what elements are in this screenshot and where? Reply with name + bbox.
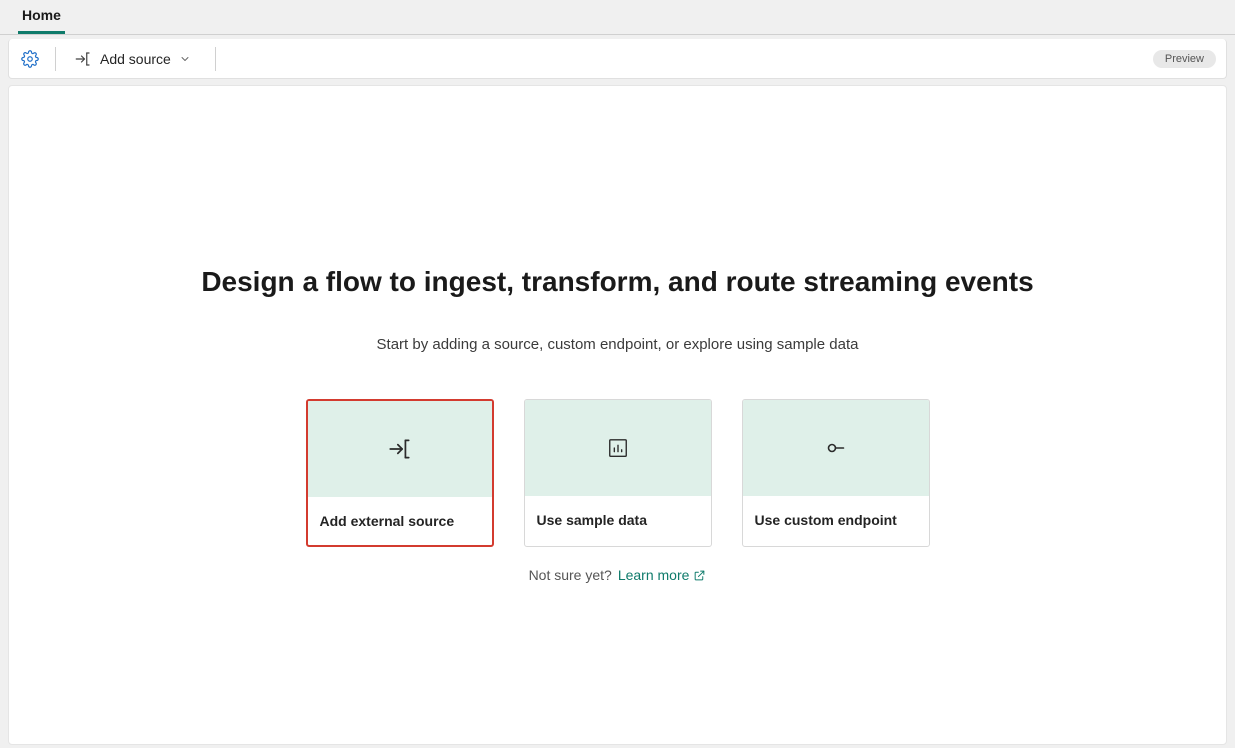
page-subline: Start by adding a source, custom endpoin… bbox=[377, 336, 859, 353]
learn-more-link[interactable]: Learn more bbox=[618, 567, 707, 583]
card-use-custom-endpoint[interactable]: Use custom endpoint bbox=[742, 399, 930, 547]
card-icon-area bbox=[308, 401, 492, 497]
card-icon-area bbox=[525, 400, 711, 496]
main-canvas: Design a flow to ingest, transform, and … bbox=[8, 85, 1227, 745]
tab-bar: Home bbox=[0, 0, 1235, 35]
card-label: Use custom endpoint bbox=[743, 496, 929, 544]
chevron-down-icon bbox=[179, 53, 191, 65]
settings-gear-icon[interactable] bbox=[19, 48, 41, 70]
option-cards: Add external source Use sample data bbox=[306, 399, 930, 547]
card-label: Use sample data bbox=[525, 496, 711, 544]
add-source-button[interactable]: Add source bbox=[68, 46, 197, 72]
toolbar-divider bbox=[215, 47, 216, 71]
arrow-into-box-icon bbox=[74, 50, 92, 68]
card-icon-area bbox=[743, 400, 929, 496]
preview-badge: Preview bbox=[1153, 50, 1216, 68]
external-link-icon bbox=[693, 569, 706, 582]
card-use-sample-data[interactable]: Use sample data bbox=[524, 399, 712, 547]
tab-home[interactable]: Home bbox=[18, 0, 65, 34]
card-label: Add external source bbox=[308, 497, 492, 545]
page-headline: Design a flow to ingest, transform, and … bbox=[201, 266, 1033, 298]
add-source-label: Add source bbox=[100, 51, 171, 67]
arrow-into-box-icon bbox=[387, 436, 413, 462]
key-endpoint-icon bbox=[824, 436, 848, 460]
bar-chart-icon bbox=[607, 437, 629, 459]
toolbar-divider bbox=[55, 47, 56, 71]
learn-more-label: Learn more bbox=[618, 567, 690, 583]
footer-hint: Not sure yet? Learn more bbox=[529, 567, 707, 583]
not-sure-text: Not sure yet? bbox=[529, 567, 612, 583]
toolbar: Add source Preview bbox=[8, 39, 1227, 79]
card-add-external-source[interactable]: Add external source bbox=[306, 399, 494, 547]
